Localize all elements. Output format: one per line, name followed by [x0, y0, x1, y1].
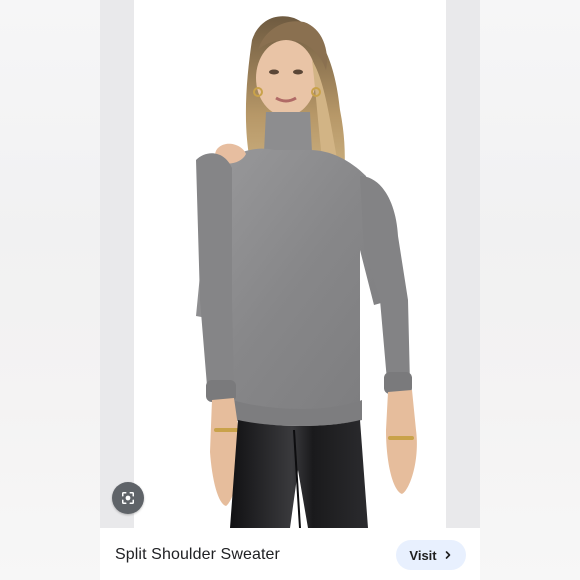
chevron-right-icon	[445, 551, 450, 559]
photo-margin-left	[100, 0, 134, 528]
product-title[interactable]: Split Shoulder Sweater	[115, 546, 280, 564]
image-result-card[interactable]: Split Shoulder Sweater Visit	[100, 0, 480, 580]
image-result-frame: Split Shoulder Sweater Visit	[0, 0, 580, 580]
google-lens-button[interactable]	[112, 482, 144, 514]
result-caption-bar: Split Shoulder Sweater Visit	[100, 528, 480, 580]
google-lens-icon	[122, 492, 134, 504]
photo-margin-right	[446, 0, 480, 528]
visit-label: Visit	[409, 547, 437, 563]
product-photo[interactable]	[134, 0, 446, 528]
model-illustration	[196, 16, 417, 528]
visit-button[interactable]: Visit	[396, 540, 466, 570]
blurred-background-right	[480, 0, 580, 580]
blurred-background-left	[0, 0, 100, 580]
